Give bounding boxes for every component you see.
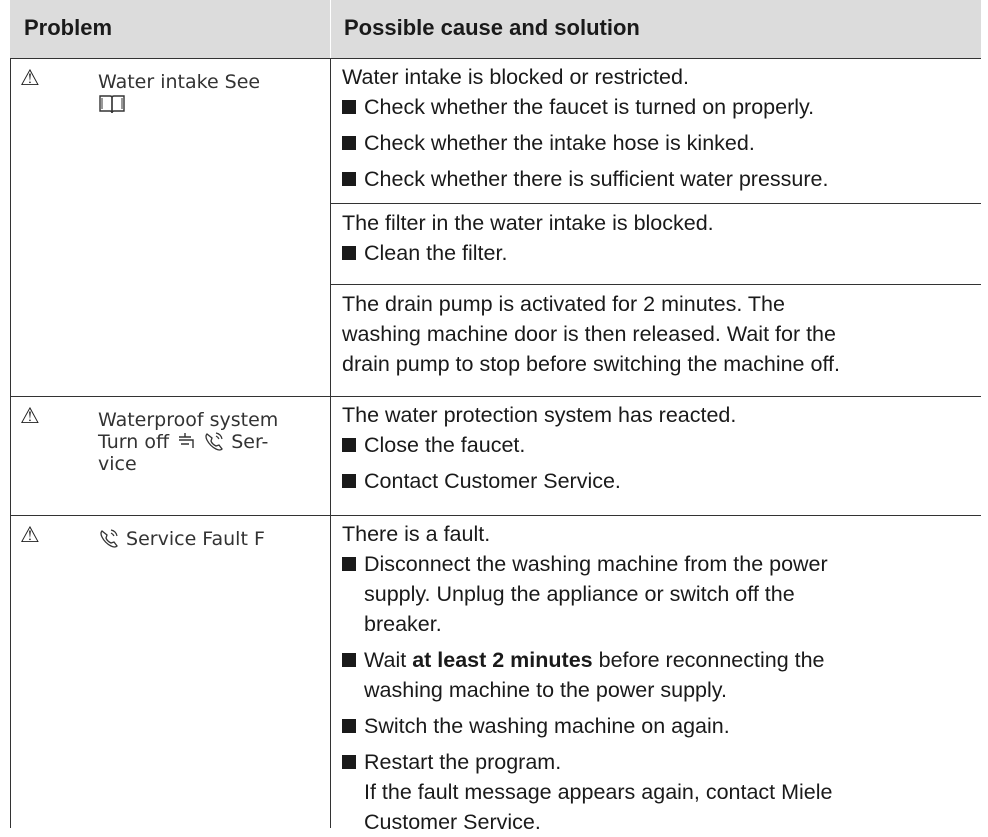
cause-text: There is a fault.: [342, 522, 491, 546]
list-item: Check whether there is sufficient water …: [342, 164, 972, 194]
table-header: Problem Possible cause and solution: [10, 0, 981, 58]
solution-block: There is a fault. Disconnect the washing…: [342, 519, 972, 837]
list-item: Clean the filter.: [342, 238, 972, 268]
warning-icon: ⚠: [20, 404, 40, 429]
list-item: Check whether the intake hose is kinked.: [342, 128, 972, 158]
phone-service-icon: [203, 431, 231, 453]
solution-block: Water intake is blocked or restricted. C…: [342, 62, 972, 194]
display-message: Waterproof system Turn off Ser- vice: [98, 409, 279, 475]
list-item: Wait at least 2 minutes before reconnect…: [342, 645, 972, 705]
table-left-border: [10, 58, 11, 828]
cause-text: The filter in the water intake is blocke…: [342, 211, 714, 235]
info-text: The drain pump is activated for 2 minute…: [342, 292, 785, 316]
info-text: drain pump to stop before switching the …: [342, 352, 840, 376]
cause-text: Water intake is blocked or restricted.: [342, 65, 689, 89]
list-item: Close the faucet.: [342, 430, 972, 460]
warning-icon: ⚠: [20, 66, 40, 91]
list-item: Restart the program. If the fault messag…: [342, 747, 972, 837]
display-message: Water intake See: [98, 71, 320, 117]
cause-text: The water protection system has reacted.: [342, 403, 737, 427]
list-item: Disconnect the washing machine from the …: [342, 549, 972, 639]
solution-block: The water protection system has reacted.…: [342, 400, 972, 496]
faucet-icon: [175, 431, 203, 453]
column-header-problem: Problem: [24, 15, 113, 40]
list-item: Contact Customer Service.: [342, 466, 972, 496]
display-message-text: Water intake See: [98, 71, 261, 93]
display-message: Service Fault F: [98, 528, 320, 550]
warning-icon: ⚠: [20, 523, 40, 548]
phone-service-icon: [98, 528, 126, 550]
book-icon: [98, 93, 126, 117]
info-text: washing machine door is then released. W…: [342, 322, 836, 346]
list-item: Switch the washing machine on again.: [342, 711, 972, 741]
list-item: Check whether the faucet is turned on pr…: [342, 92, 972, 122]
column-header-solution: Possible cause and solution: [344, 15, 640, 40]
solution-block: The filter in the water intake is blocke…: [342, 208, 972, 268]
solution-block: The drain pump is activated for 2 minute…: [342, 289, 972, 379]
column-divider: [330, 58, 331, 828]
